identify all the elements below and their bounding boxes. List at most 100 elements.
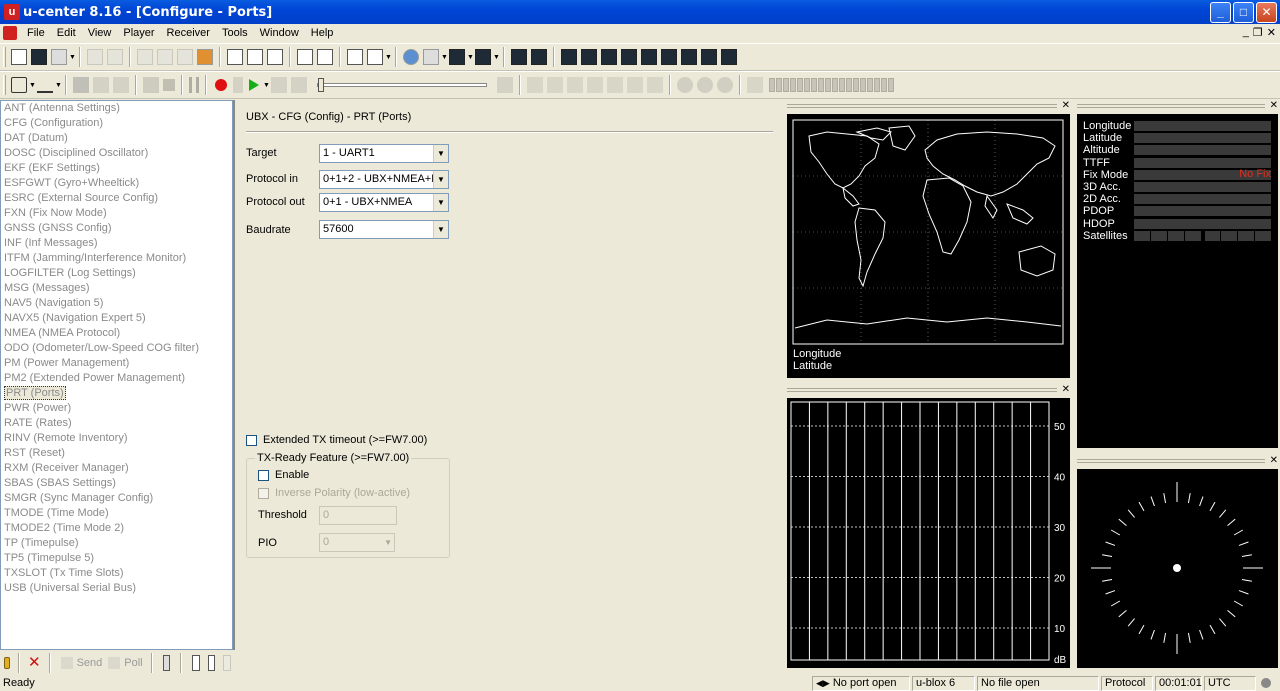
maximize-button[interactable]: □ <box>1233 2 1254 23</box>
gnss-view-icon[interactable] <box>681 49 697 65</box>
tree-item[interactable]: DOSC (Disciplined Oscillator) <box>1 146 232 161</box>
text-console-icon[interactable] <box>227 49 243 65</box>
tree-item[interactable]: FXN (Fix Now Mode) <box>1 206 232 221</box>
eject-icon[interactable] <box>143 77 159 93</box>
close-icon[interactable]: ✕ <box>1062 384 1070 395</box>
print-icon[interactable] <box>87 49 103 65</box>
messages-view-icon[interactable] <box>297 49 313 65</box>
tree-item[interactable]: SMGR (Sync Manager Config) <box>1 491 232 506</box>
tree-item[interactable]: TMODE (Time Mode) <box>1 506 232 521</box>
tree-item[interactable]: RATE (Rates) <box>1 416 232 431</box>
tree-item[interactable]: NAV5 (Navigation 5) <box>1 296 232 311</box>
pane-grip[interactable] <box>1077 459 1265 463</box>
rewind-to-start-icon[interactable] <box>291 77 307 93</box>
map-view[interactable]: Longitude Latitude <box>787 114 1070 378</box>
tree-item[interactable]: PM2 (Extended Power Management) <box>1 371 232 386</box>
menu-view[interactable]: View <box>82 27 118 39</box>
gear-icon[interactable] <box>697 77 713 93</box>
go-to-end-icon[interactable] <box>497 77 513 93</box>
target-select[interactable]: 1 - UART1 ▼ <box>319 144 449 163</box>
menu-tools[interactable]: Tools <box>216 27 254 39</box>
tree-item[interactable]: ESFGWT (Gyro+Wheeltick) <box>1 176 232 191</box>
poll-icon-2[interactable] <box>607 77 623 93</box>
toolbar-grip[interactable] <box>3 47 6 67</box>
tree-item[interactable]: NMEA (NMEA Protocol) <box>1 326 232 341</box>
copy-icon[interactable] <box>157 49 173 65</box>
protocol-out-select[interactable]: 0+1 - UBX+NMEA ▼ <box>319 193 449 212</box>
hot-start-icon[interactable] <box>527 77 543 93</box>
load-config-icon[interactable] <box>192 655 200 671</box>
poll-icon-3[interactable] <box>627 77 643 93</box>
pane-grip[interactable] <box>1077 104 1265 108</box>
close-icon[interactable]: ✕ <box>28 655 41 670</box>
chevron-down-icon[interactable]: ▼ <box>493 54 500 61</box>
signal-view-icon[interactable] <box>601 49 617 65</box>
poll-icon-1[interactable] <box>587 77 603 93</box>
slider-thumb[interactable] <box>318 78 324 92</box>
connection-icon[interactable] <box>11 77 27 93</box>
paste-icon[interactable] <box>177 49 193 65</box>
tree-item[interactable]: MSG (Messages) <box>1 281 232 296</box>
new-file-icon[interactable] <box>11 49 27 65</box>
tree-item[interactable]: INF (Inf Messages) <box>1 236 232 251</box>
checkbox-box[interactable] <box>246 434 257 446</box>
tree-item[interactable]: PM (Power Management) <box>1 356 232 371</box>
tree-item[interactable]: NAVX5 (Navigation Expert 5) <box>1 311 232 326</box>
protocol-in-select[interactable]: 0+1+2 - UBX+NMEA+R1 ▼ <box>319 170 449 189</box>
compass-view-icon[interactable] <box>561 49 577 65</box>
tree-item[interactable]: ODO (Odometer/Low-Speed COG filter) <box>1 341 232 356</box>
map-view-icon[interactable] <box>423 49 439 65</box>
threshold-input[interactable]: 0 <box>319 506 397 525</box>
enable-checkbox[interactable]: Enable <box>258 469 309 481</box>
tree-item[interactable]: RXM (Receiver Manager) <box>1 461 232 476</box>
tree-item[interactable]: EKF (EKF Settings) <box>1 161 232 176</box>
extended-tx-timeout-checkbox[interactable]: Extended TX timeout (>=FW7.00) <box>246 434 427 446</box>
mdi-restore-button[interactable]: ❐ <box>1253 26 1263 39</box>
pane-grip[interactable] <box>787 104 1057 108</box>
debug-icon[interactable] <box>93 77 109 93</box>
stop-icon[interactable] <box>163 79 175 91</box>
tree-item[interactable]: ITFM (Jamming/Interference Monitor) <box>1 251 232 266</box>
step-forward-icon[interactable] <box>233 77 243 93</box>
close-icon[interactable]: ✕ <box>1270 455 1278 466</box>
chevron-down-icon[interactable]: ▼ <box>55 82 62 89</box>
tree-item[interactable]: TMODE2 (Time Mode 2) <box>1 521 232 536</box>
tree-item[interactable]: PRT (Ports) <box>1 386 232 401</box>
menu-file[interactable]: File <box>21 27 51 39</box>
cut-icon[interactable] <box>137 49 153 65</box>
tree-item[interactable]: RINV (Remote Inventory) <box>1 431 232 446</box>
sky-plot-icon[interactable] <box>661 49 677 65</box>
baudrate-icon[interactable] <box>37 77 53 93</box>
chevron-down-icon[interactable]: ▼ <box>69 54 76 61</box>
navigation-view-icon[interactable] <box>581 49 597 65</box>
poll-button[interactable]: Poll <box>106 657 143 669</box>
send-button[interactable]: Send <box>59 657 102 669</box>
print-preview-icon[interactable] <box>107 49 123 65</box>
chevron-down-icon[interactable]: ▼ <box>467 54 474 61</box>
checkbox-box[interactable] <box>258 487 269 499</box>
gear-icon[interactable] <box>677 77 693 93</box>
globe-icon[interactable] <box>403 49 419 65</box>
pio-select[interactable]: 0 ▼ <box>319 533 395 552</box>
lock-icon[interactable] <box>4 657 10 669</box>
menu-window[interactable]: Window <box>254 27 305 39</box>
statistic-view-icon[interactable] <box>347 49 363 65</box>
document-icon[interactable] <box>3 26 17 40</box>
record-icon[interactable] <box>215 79 227 91</box>
tree-item[interactable]: ANT (Antenna Settings) <box>1 101 232 116</box>
compare-icon[interactable] <box>223 655 231 671</box>
pause-icon[interactable] <box>189 77 199 93</box>
baudrate-select[interactable]: 57600 ▼ <box>319 220 449 239</box>
tree-item[interactable]: LOGFILTER (Log Settings) <box>1 266 232 281</box>
compass-rose-icon[interactable] <box>721 49 737 65</box>
playback-slider[interactable] <box>317 78 487 92</box>
delete-icon[interactable] <box>197 49 213 65</box>
tree-item[interactable]: TXSLOT (Tx Time Slots) <box>1 566 232 581</box>
save-icon[interactable] <box>31 49 47 65</box>
tree-item[interactable]: DAT (Datum) <box>1 131 232 146</box>
play-icon[interactable] <box>249 79 259 91</box>
fast-forward-icon[interactable] <box>271 77 287 93</box>
packet-console-icon[interactable] <box>247 49 263 65</box>
configure-view-icon[interactable] <box>317 49 333 65</box>
binary-console-icon[interactable] <box>267 49 283 65</box>
